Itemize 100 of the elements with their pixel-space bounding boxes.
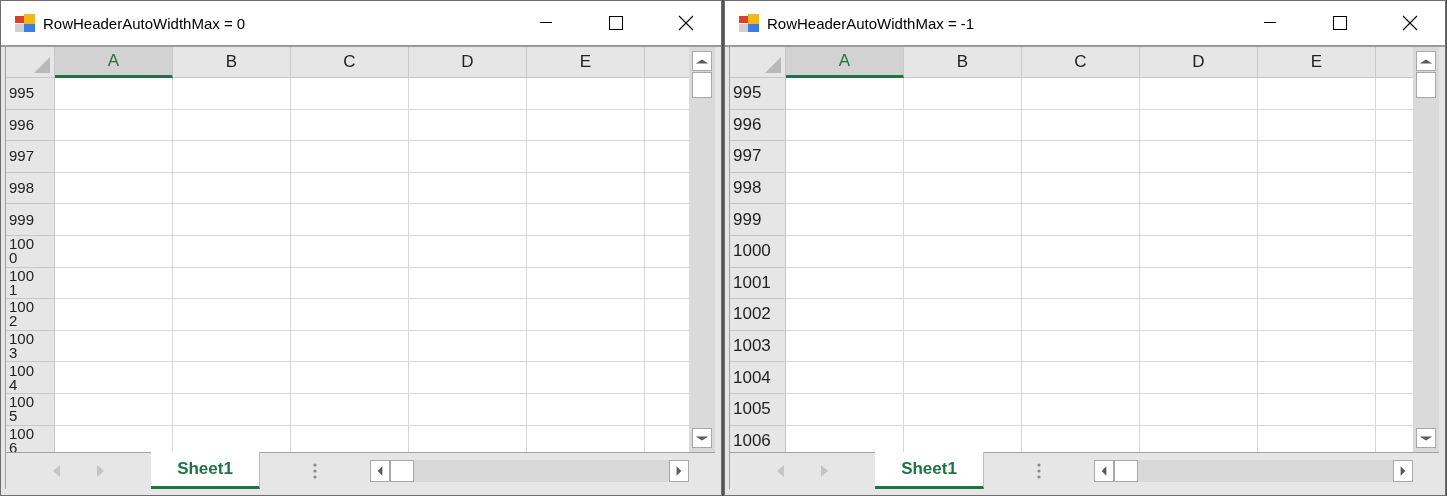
grid-cell[interactable] [291,330,409,363]
next-sheet-icon[interactable] [95,465,104,477]
scroll-thumb[interactable] [692,72,712,98]
grid-cell[interactable] [527,299,645,331]
grid-cell[interactable] [291,204,409,236]
grid-cell[interactable] [1140,393,1258,426]
grid-cell[interactable] [527,78,645,110]
grid-cell[interactable] [1258,299,1376,331]
grid-cell[interactable] [1258,393,1376,426]
scroll-thumb[interactable] [390,460,414,482]
grid-cell[interactable] [55,362,173,394]
column-header[interactable]: B [173,47,291,78]
column-header[interactable]: E [1258,47,1376,78]
column-header[interactable]: D [1140,47,1258,78]
scroll-down-button[interactable] [1416,428,1436,448]
grid-cell[interactable] [409,78,527,110]
grid-cell[interactable] [291,109,409,142]
grid-cell[interactable] [786,141,904,173]
grid-cell[interactable] [291,78,409,110]
grid-cell[interactable] [527,109,645,142]
grid-cell[interactable] [1258,362,1376,394]
grid-cell[interactable] [527,393,645,426]
vertical-scrollbar[interactable] [1413,47,1439,452]
grid-cell[interactable] [1258,78,1376,110]
previous-sheet-icon[interactable] [777,465,786,477]
grid-cell[interactable] [1022,78,1140,110]
scroll-right-button[interactable] [1393,460,1413,482]
grid-cell[interactable] [1022,204,1140,236]
grid-cell[interactable] [291,299,409,331]
row-header[interactable]: 1004 [730,362,786,394]
grid-cell[interactable] [527,267,645,300]
splitter-dots-icon[interactable] [313,463,317,479]
grid-cell[interactable] [173,393,291,426]
grid-cell[interactable] [409,267,527,300]
row-header[interactable]: 1003 [730,330,786,363]
grid-cell[interactable] [904,204,1022,236]
grid-cell[interactable] [55,267,173,300]
grid-cell[interactable] [904,78,1022,110]
grid-cell[interactable] [1022,109,1140,142]
grid-cell[interactable] [527,362,645,394]
grid-cell[interactable] [173,204,291,236]
grid-cell[interactable] [173,235,291,268]
scroll-up-button[interactable] [692,51,712,71]
grid-cell[interactable] [173,78,291,110]
row-header[interactable]: 998 [730,172,786,205]
grid-cell[interactable] [173,141,291,173]
grid-cell[interactable] [786,299,904,331]
grid-cell[interactable] [55,204,173,236]
grid-cell[interactable] [173,267,291,300]
grid-cell[interactable] [1258,109,1376,142]
grid-cell[interactable] [527,330,645,363]
grid-cell[interactable] [291,393,409,426]
grid-cell[interactable] [1022,393,1140,426]
grid-cell[interactable] [786,393,904,426]
grid-cell[interactable] [904,299,1022,331]
grid-cell[interactable] [55,109,173,142]
row-header[interactable]: 1005 [730,393,786,426]
grid-cell[interactable] [173,299,291,331]
grid-cell[interactable] [904,393,1022,426]
grid-cell[interactable] [1140,78,1258,110]
grid-cell[interactable] [527,235,645,268]
grid-cell[interactable] [291,235,409,268]
column-header[interactable]: B [904,47,1022,78]
grid-cell[interactable] [55,141,173,173]
grid-cell[interactable] [55,299,173,331]
grid-cell[interactable] [409,330,527,363]
grid-cell[interactable] [1140,330,1258,363]
grid-cell[interactable] [786,235,904,268]
grid-cell[interactable] [527,172,645,205]
grid-cell[interactable] [173,172,291,205]
row-header[interactable]: 996 [730,109,786,142]
scroll-left-button[interactable] [370,460,390,482]
row-header[interactable]: 995 [6,78,55,110]
grid-cell[interactable] [1140,109,1258,142]
grid-cell[interactable] [55,393,173,426]
grid-cell[interactable] [786,267,904,300]
grid-cell[interactable] [904,109,1022,142]
grid-cell[interactable] [786,204,904,236]
next-sheet-icon[interactable] [819,465,828,477]
row-header[interactable]: 1000 [6,235,55,268]
grid-cell[interactable] [55,78,173,110]
column-header[interactable]: C [1022,47,1140,78]
grid-cell[interactable] [1258,141,1376,173]
row-header[interactable]: 995 [730,78,786,110]
grid-cell[interactable] [904,235,1022,268]
grid-cell[interactable] [55,172,173,205]
vertical-scrollbar[interactable] [689,47,715,452]
grid-cell[interactable] [904,172,1022,205]
grid-cell[interactable] [291,362,409,394]
row-header[interactable]: 1006 [730,425,786,452]
grid-cell[interactable] [1022,141,1140,173]
scroll-right-button[interactable] [669,460,689,482]
grid-cell[interactable] [409,204,527,236]
scroll-thumb[interactable] [1114,460,1138,482]
previous-sheet-icon[interactable] [53,465,62,477]
grid-cell[interactable] [291,141,409,173]
grid-cell[interactable] [1022,330,1140,363]
grid-cell[interactable] [786,330,904,363]
grid-cell[interactable] [786,172,904,205]
row-header[interactable]: 1005 [6,393,55,426]
